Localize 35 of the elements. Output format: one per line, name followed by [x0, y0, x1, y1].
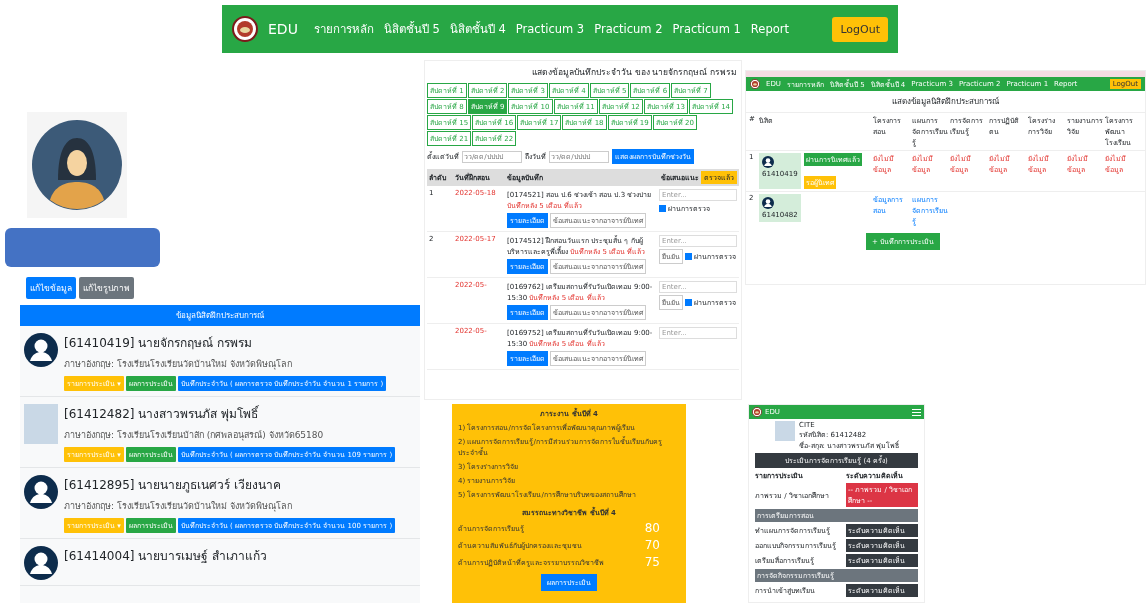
student-school: ภาษาอังกฤษ: โรงเรียนโรงเรียนวัดบ้านใหม่ จังหวัดพิษณุโลก [64, 358, 293, 371]
photo-placeholder [775, 421, 795, 441]
user-avatar-icon [32, 120, 122, 210]
student-name[interactable]: [61410419] นายจักรกฤษณ์ กรพรม [64, 333, 387, 352]
competency-score: 75 [644, 555, 660, 569]
logo-icon [752, 407, 762, 417]
list-header: ข้อมูลนิสิตฝึกประสบการณ์ [20, 305, 420, 326]
panel-title: แสดงข้อมูลนิสิตฝึกประสบการณ์ [891, 96, 1000, 108]
checkbox[interactable] [659, 205, 666, 212]
checkbox[interactable] [685, 299, 692, 306]
checkbox[interactable] [685, 253, 692, 260]
nav-link[interactable]: Practicum 1 [672, 22, 741, 36]
nav-link[interactable]: นิสิตชั้นปี 4 [449, 20, 506, 38]
student-name[interactable]: [61412482] นางสาวพรนภัส พุ่มโพธิ์ [64, 404, 396, 423]
nav-link[interactable]: รายการหลัก [313, 20, 374, 38]
logout-button[interactable]: LogOut [832, 16, 888, 42]
panel-title: แสดงข้อมูลบันทึกประจำวัน ของ นายจักรกฤษณ์ กรพรม [530, 66, 737, 79]
competency-score: 80 [644, 521, 660, 535]
user-avatar-icon [762, 197, 774, 209]
profile-button[interactable]: แก้ไขรูปภาพ [79, 277, 134, 299]
logo-icon [232, 16, 258, 42]
nav-link[interactable]: นิสิตชั้นปี 5 [383, 20, 440, 38]
nav-link[interactable]: Practicum 2 [594, 22, 663, 36]
student-school: ภาษาอังกฤษ: โรงเรียนโรงเรียนวัดบ้านใหม่ จังหวัดพิษณุโลก [64, 500, 293, 513]
student-name[interactable]: [61414004] นายบารเมษฐ์ สำเภาแก้ว [64, 546, 268, 565]
student-school: ภาษาอังกฤษ: โรงเรียนโรงเรียนบ้าสัก (กศพลอนุสรณ์) จังหวัด65180 [64, 429, 325, 442]
profile-button[interactable]: แก้ไขข้อมูล [26, 277, 76, 299]
competency-score: 70 [644, 538, 660, 552]
logo-icon [750, 79, 760, 89]
user-avatar-icon [762, 156, 774, 168]
nav-link[interactable]: Report [750, 22, 789, 36]
nav-link[interactable]: Practicum 3 [515, 22, 585, 36]
menu-icon[interactable] [912, 408, 921, 416]
student-name[interactable]: [61412895] นายนายภูธเนศวร์ เวียงนาค [64, 475, 396, 494]
brand-name[interactable]: EDU [268, 21, 298, 37]
